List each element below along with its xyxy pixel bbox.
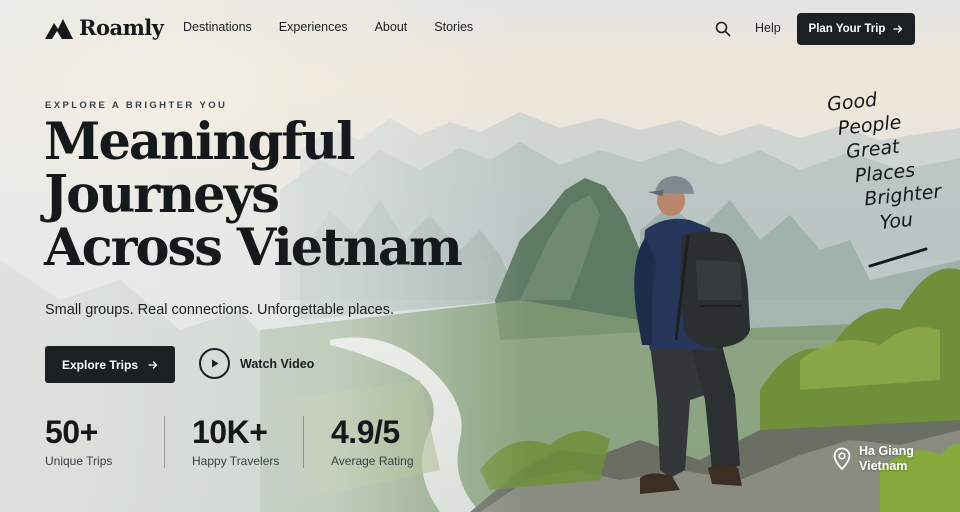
location-text: Ha Giang Vietnam <box>859 444 914 474</box>
hero-eyebrow: EXPLORE A BRIGHTER YOU <box>45 100 228 111</box>
search-icon[interactable] <box>715 21 731 37</box>
play-button-circle[interactable] <box>199 348 230 379</box>
mountain-logo-icon <box>45 18 73 39</box>
location-country: Vietnam <box>859 459 908 473</box>
stat-average-rating: 4.9/5 Average Rating <box>303 416 442 468</box>
primary-nav: Destinations Experiences About Stories <box>183 20 500 34</box>
stat-label: Happy Travelers <box>192 454 280 468</box>
handwritten-tagline: Good People Great Places Brighter You <box>826 80 960 239</box>
stat-label: Average Rating <box>331 454 414 468</box>
stat-unique-trips: 50+ Unique Trips <box>45 416 164 468</box>
stat-label: Unique Trips <box>45 454 113 468</box>
play-icon <box>211 359 218 368</box>
explore-trips-label: Explore Trips <box>61 357 139 372</box>
stat-value: 50+ <box>45 414 98 450</box>
watch-video-button[interactable]: Watch Video <box>199 348 314 379</box>
help-link[interactable]: Help <box>755 21 781 35</box>
stat-happy-travelers: 10K+ Happy Travelers <box>164 416 303 468</box>
headline-line-3: Across Vietnam <box>44 218 463 278</box>
nav-link-stories[interactable]: Stories <box>434 20 473 34</box>
plan-your-trip-label: Plan Your Trip <box>808 23 886 35</box>
nav-link-destinations[interactable]: Destinations <box>183 20 252 34</box>
headline-line-2: Journeys <box>44 165 280 225</box>
brand-name: Roamly <box>79 15 164 40</box>
hero-headline: Meaningful Journeys Across Vietnam <box>44 116 474 275</box>
brand-logo[interactable]: Roamly <box>45 15 164 40</box>
plan-your-trip-button[interactable]: Plan Your Trip <box>797 13 915 45</box>
nav-link-experiences[interactable]: Experiences <box>279 20 348 34</box>
headline-line-1: Meaningful <box>44 112 356 172</box>
arrow-right-icon <box>893 25 903 33</box>
stat-value: 10K+ <box>192 414 268 450</box>
watch-video-label: Watch Video <box>240 356 315 371</box>
explore-trips-button[interactable]: Explore Trips <box>45 346 175 383</box>
arrow-right-icon <box>148 360 158 369</box>
map-pin-icon <box>833 447 851 471</box>
location-badge: Ha Giang Vietnam <box>833 444 914 474</box>
location-place: Ha Giang <box>859 444 914 458</box>
site-header: Roamly Destinations Experiences About St… <box>0 0 960 58</box>
hero-subtitle: Small groups. Real connections. Unforget… <box>45 302 394 318</box>
nav-link-about[interactable]: About <box>375 20 408 34</box>
stat-value: 4.9/5 <box>331 414 400 450</box>
underline-stroke-decoration <box>868 247 928 268</box>
stats-row: 50+ Unique Trips 10K+ Happy Travelers 4.… <box>45 416 442 468</box>
